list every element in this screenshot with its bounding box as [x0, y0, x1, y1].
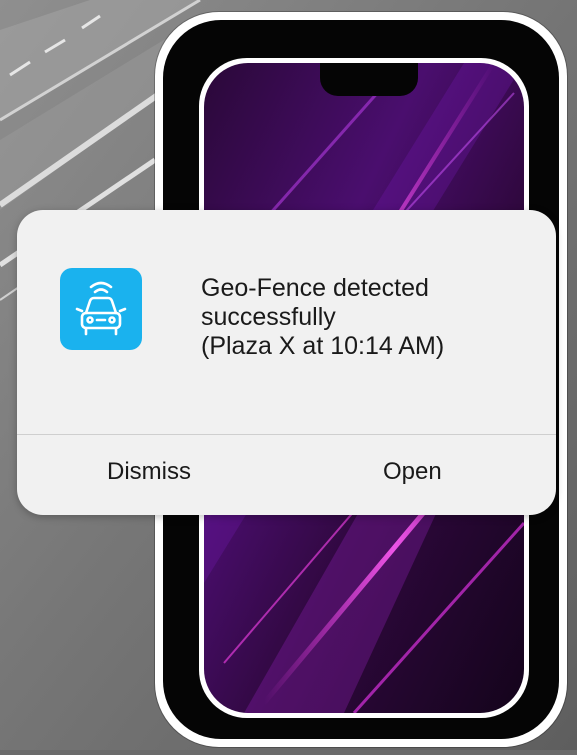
message-line: (Plaza X at 10:14 AM)	[201, 332, 445, 360]
message-line: Geo-Fence detected	[201, 274, 429, 302]
message-line: successfully	[201, 303, 336, 331]
actions-divider	[17, 434, 556, 435]
open-button[interactable]: Open	[383, 454, 442, 490]
phone-notch	[320, 63, 418, 96]
geofence-notification-card: Geo-Fence detected successfully (Plaza X…	[17, 210, 556, 515]
notification-message: Geo-Fence detected successfully (Plaza X…	[201, 274, 521, 361]
dismiss-button[interactable]: Dismiss	[107, 454, 191, 490]
connected-car-icon	[60, 268, 142, 350]
